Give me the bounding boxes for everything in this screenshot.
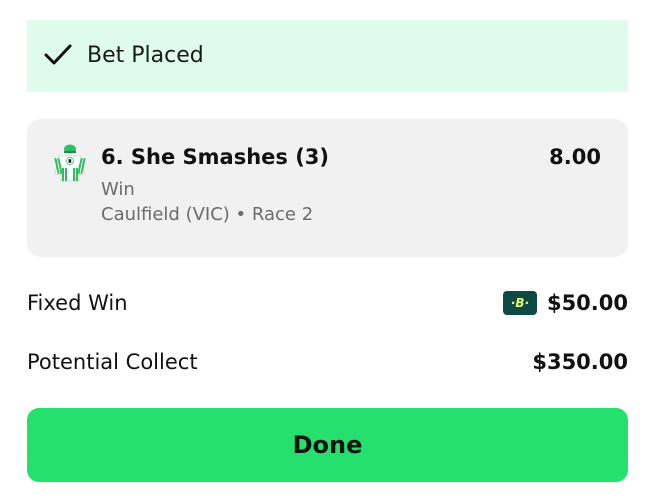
done-button[interactable]: Done bbox=[27, 408, 628, 482]
runner-odds: 8.00 bbox=[549, 145, 601, 169]
fixed-win-amount: $50.00 bbox=[546, 291, 628, 315]
potential-collect-row: Potential Collect $350.00 bbox=[27, 347, 628, 377]
fixed-win-row: Fixed Win ·B· $50.00 bbox=[27, 288, 628, 318]
potential-collect-amount: $350.00 bbox=[532, 350, 628, 374]
race-info: Caulfield (VIC) • Race 2 bbox=[101, 204, 314, 225]
jockey-silks-icon bbox=[54, 144, 86, 182]
fixed-win-label: Fixed Win bbox=[27, 291, 128, 315]
bet-type: Win bbox=[101, 179, 135, 200]
runner-name: 6. She Smashes (3) bbox=[101, 145, 330, 169]
bet-placed-banner: Bet Placed bbox=[27, 20, 628, 92]
bet-card: 6. She Smashes (3) 8.00 Win Caulfield (V… bbox=[27, 119, 628, 257]
check-icon bbox=[44, 44, 72, 65]
banner-text: Bet Placed bbox=[87, 43, 204, 68]
bonus-badge-icon: ·B· bbox=[503, 291, 537, 315]
potential-collect-label: Potential Collect bbox=[27, 350, 198, 374]
